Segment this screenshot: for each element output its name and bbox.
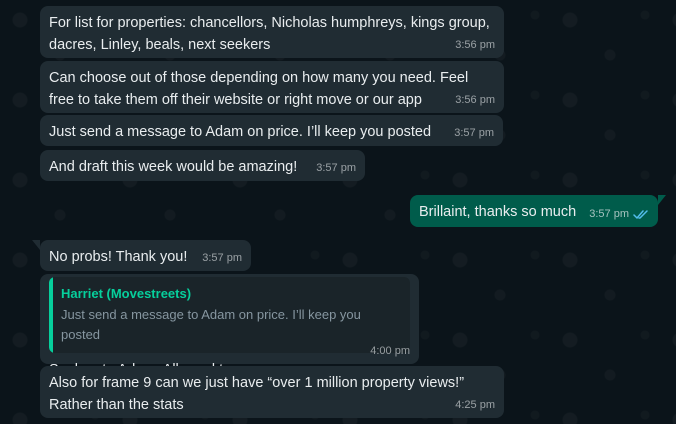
message-text: Can choose out of those depending on how… — [49, 70, 469, 108]
message-time: 3:57 pm — [589, 208, 629, 220]
message-time: 3:57 pm — [202, 252, 242, 264]
quote-text: Just send a message to Adam on price. I’… — [61, 307, 361, 342]
message-text: Just send a message to Adam on price. I’… — [49, 124, 432, 140]
incoming-message[interactable]: Also for frame 9 can we just have “over … — [40, 366, 504, 418]
message-time: 3:56 pm — [455, 39, 495, 51]
quoted-message[interactable]: Harriet (Movestreets) Just send a messag… — [49, 277, 410, 353]
quote-author: Harriet (Movestreets) — [61, 286, 192, 301]
incoming-message[interactable]: Just send a message to Adam on price. I’… — [40, 115, 503, 146]
incoming-message[interactable]: No probs! Thank you! 3:57 pm — [32, 240, 251, 271]
incoming-message[interactable]: Can choose out of those depending on how… — [40, 61, 504, 113]
message-text: Also for frame 9 can we just have “over … — [49, 375, 465, 413]
message-time: 4:25 pm — [455, 399, 495, 411]
message-time: 4:00 pm — [370, 345, 410, 357]
incoming-message[interactable]: For list for properties: chancellors, Ni… — [40, 6, 504, 58]
message-time: 3:57 pm — [316, 162, 356, 174]
message-text: And draft this week would be amazing! — [49, 159, 298, 175]
incoming-message[interactable]: And draft this week would be amazing! 3:… — [40, 150, 365, 181]
outgoing-message[interactable]: Brillaint, thanks so much 3:57 pm — [410, 195, 666, 227]
message-time: 3:57 pm — [454, 127, 494, 139]
message-time-container: 3:57 pm — [589, 207, 649, 221]
message-time: 3:56 pm — [455, 94, 495, 106]
incoming-reply-message[interactable]: Harriet (Movestreets) Just send a messag… — [40, 274, 419, 378]
message-text: For list for properties: chancellors, Ni… — [49, 15, 490, 53]
double-check-icon — [633, 209, 648, 219]
